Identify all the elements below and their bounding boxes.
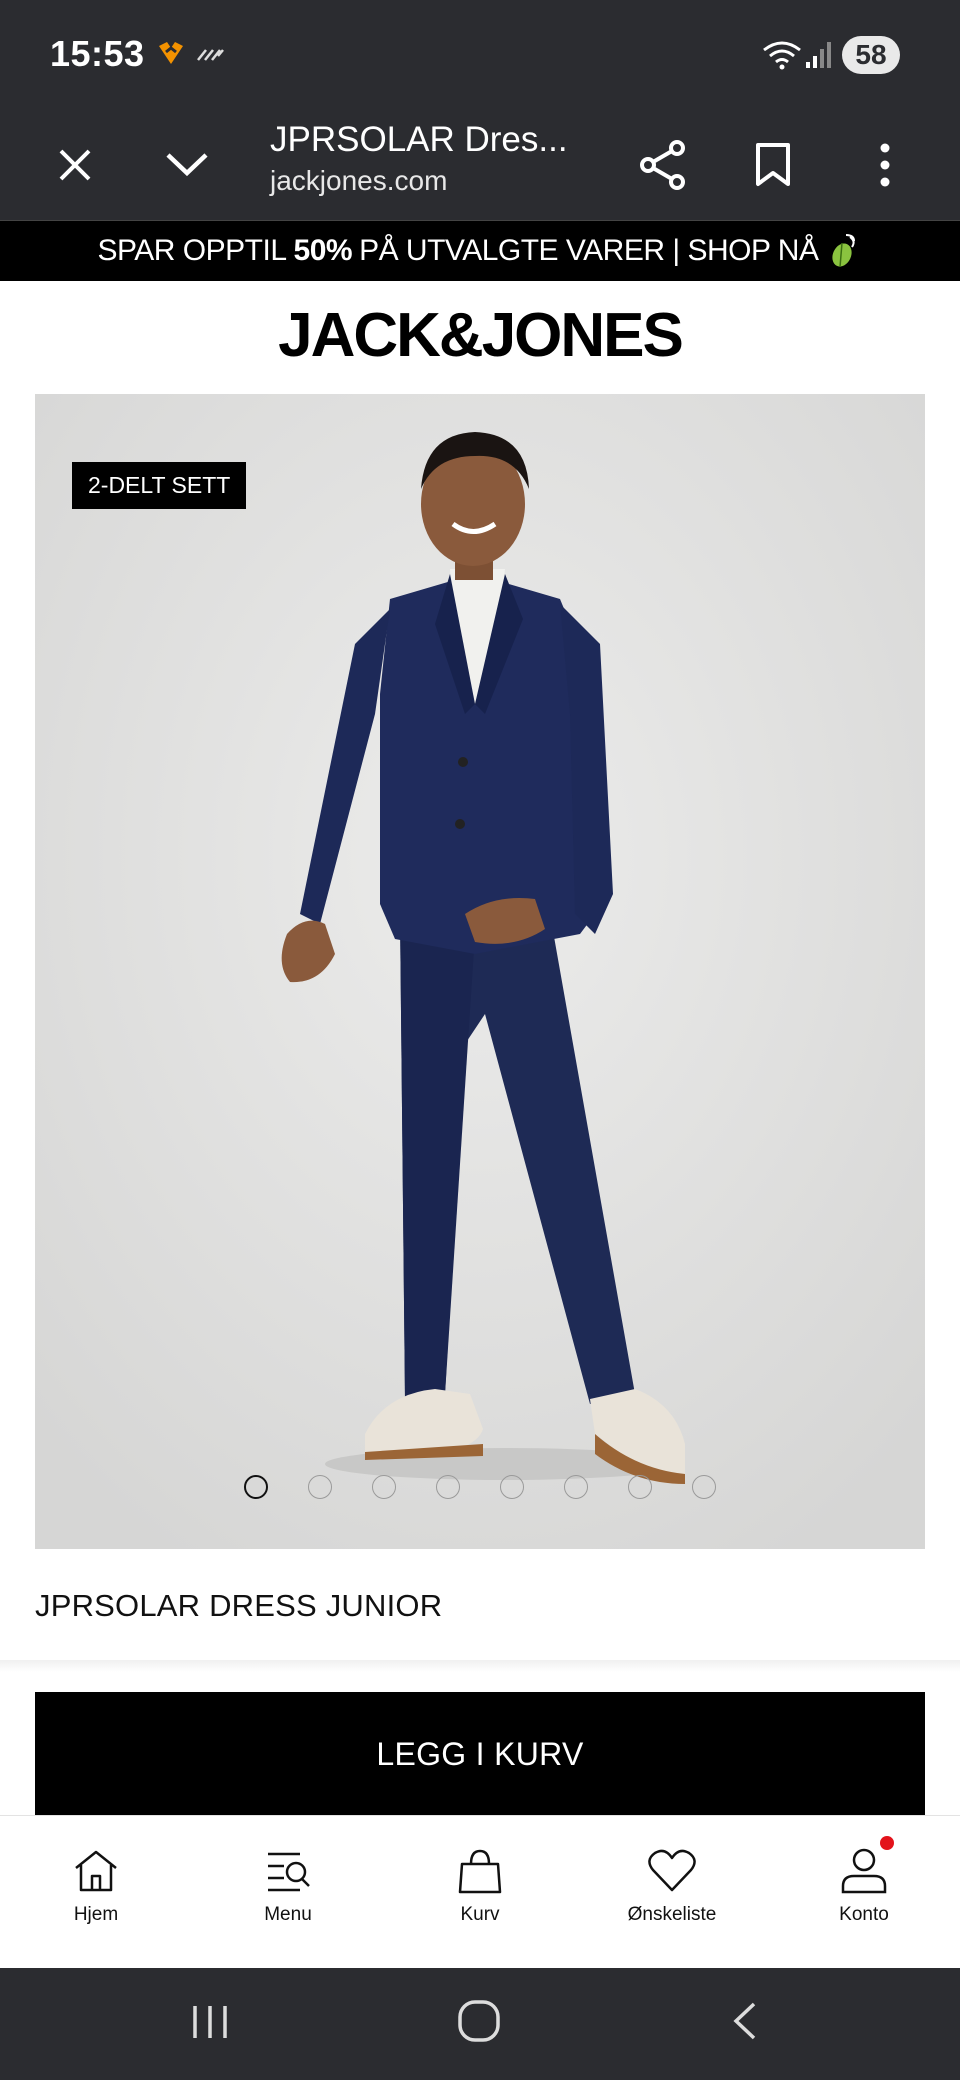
battery-indicator: 58 bbox=[842, 36, 900, 74]
home-button[interactable] bbox=[456, 1998, 502, 2049]
back-button[interactable] bbox=[728, 1998, 762, 2049]
menu-search-icon bbox=[268, 1852, 310, 1892]
promo-text-end: PÅ UTVALGTE VARER | SHOP NÅ bbox=[359, 234, 819, 267]
chevron-down-icon bbox=[166, 153, 208, 177]
user-icon bbox=[841, 1848, 887, 1894]
status-bar: 15:53 58 bbox=[0, 0, 960, 110]
share-button[interactable] bbox=[628, 130, 698, 200]
page-title: JPRSOLAR Dres... bbox=[270, 120, 568, 159]
more-options-button[interactable] bbox=[850, 130, 920, 200]
promo-banner[interactable]: SPAR OPPTIL 50% PÅ UTVALGTE VARER | SHOP… bbox=[0, 221, 960, 281]
close-button[interactable] bbox=[40, 130, 110, 200]
bottom-navigation: Hjem Menu Kurv Ønskeliste Konto bbox=[0, 1815, 960, 1968]
wifi-icon bbox=[762, 40, 802, 75]
brand-logo[interactable]: JACK&JONES bbox=[0, 300, 960, 371]
promo-text-start: SPAR OPPTIL bbox=[97, 234, 288, 267]
recent-apps-icon bbox=[193, 2006, 227, 2038]
recent-apps-button[interactable] bbox=[190, 1998, 230, 2049]
product-image-carousel[interactable]: 2-DELT SETT bbox=[35, 394, 925, 1549]
browser-toolbar: JPRSOLAR Dres... jackjones.com bbox=[0, 110, 960, 221]
nav-label: Kurv bbox=[460, 1904, 500, 1925]
minimize-button[interactable] bbox=[152, 130, 222, 200]
carousel-dot[interactable] bbox=[244, 1475, 268, 1499]
more-vertical-icon bbox=[880, 143, 890, 187]
home-circle-icon bbox=[458, 2000, 500, 2042]
nav-label: Hjem bbox=[73, 1904, 119, 1925]
carousel-indicators bbox=[35, 1475, 925, 1499]
product-name: JPRSOLAR DRESS JUNIOR bbox=[35, 1588, 443, 1623]
carousel-dot[interactable] bbox=[500, 1475, 524, 1499]
bookmark-button[interactable] bbox=[738, 130, 808, 200]
nav-item-cart[interactable]: Kurv bbox=[384, 1816, 576, 1968]
sticky-bar-shadow bbox=[0, 1660, 960, 1672]
close-icon bbox=[59, 149, 91, 181]
nav-item-home[interactable]: Hjem bbox=[0, 1816, 192, 1968]
product-badge: 2-DELT SETT bbox=[72, 462, 247, 509]
nav-label: Menu bbox=[264, 1904, 312, 1925]
promo-highlight: 50% bbox=[293, 234, 353, 267]
home-icon bbox=[75, 1850, 117, 1892]
product-photo bbox=[35, 394, 925, 1549]
nav-label: Ønskeliste bbox=[627, 1904, 717, 1925]
bookmark-icon bbox=[756, 143, 790, 186]
notification-dot bbox=[880, 1836, 894, 1850]
nav-item-menu[interactable]: Menu bbox=[192, 1816, 384, 1968]
carousel-dot[interactable] bbox=[628, 1475, 652, 1499]
add-to-cart-button[interactable]: LEGG I KURV bbox=[35, 1692, 925, 1816]
carousel-dot[interactable] bbox=[308, 1475, 332, 1499]
carousel-dot[interactable] bbox=[436, 1475, 460, 1499]
back-icon bbox=[733, 2002, 756, 2040]
system-navigation-bar bbox=[0, 1968, 960, 2080]
data-saver-icon bbox=[196, 42, 226, 69]
app-notification-icon bbox=[155, 40, 187, 71]
heart-icon bbox=[648, 1849, 696, 1892]
signal-icon bbox=[806, 40, 834, 75]
carousel-dot[interactable] bbox=[564, 1475, 588, 1499]
leaf-icon bbox=[826, 233, 862, 269]
nav-item-account[interactable]: Konto bbox=[768, 1816, 960, 1968]
carousel-dot[interactable] bbox=[692, 1475, 716, 1499]
nav-label: Konto bbox=[839, 1904, 889, 1925]
share-icon bbox=[640, 140, 685, 190]
page-url: jackjones.com bbox=[270, 165, 448, 196]
clock: 15:53 bbox=[50, 33, 145, 74]
shopping-bag-icon bbox=[458, 1849, 502, 1894]
nav-item-wishlist[interactable]: Ønskeliste bbox=[576, 1816, 768, 1968]
carousel-dot[interactable] bbox=[372, 1475, 396, 1499]
